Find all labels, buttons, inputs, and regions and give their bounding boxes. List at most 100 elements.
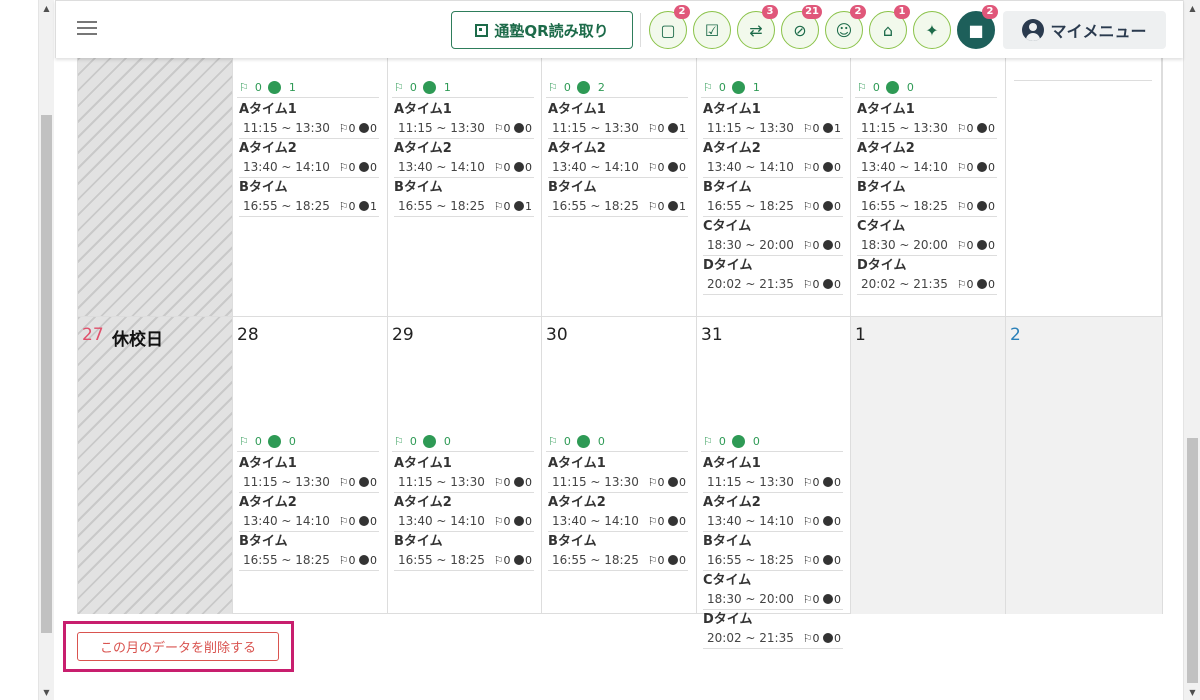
slot-time: 16:55 ~ 18:25 [552, 199, 639, 213]
student-count: 0 [597, 435, 605, 448]
day-counts: ⚐ 0 0 [239, 435, 296, 448]
time-slot[interactable]: Bタイム 16:55 ~ 18:25 ⚐0 0 [548, 532, 688, 571]
time-slot[interactable]: Aタイム2 13:40 ~ 14:10 ⚐0 0 [394, 139, 534, 178]
teacher-icon: ⚐ [394, 81, 404, 94]
my-menu-button[interactable]: マイメニュー [1003, 11, 1166, 49]
teacher-icon: ⚐ [956, 122, 967, 135]
checklist-button[interactable]: ☑ [693, 11, 731, 49]
hamburger-menu-icon[interactable] [77, 21, 97, 35]
calendar-day-cell[interactable]: 29 ⚐ 0 0 Aタイム1 11:15 ~ 13:30 ⚐0 0 Aタイム2 13:40 ~ … [388, 317, 542, 614]
no-entry-button[interactable]: ⊘ 21 [781, 5, 822, 49]
student-smile-icon [422, 435, 436, 448]
scroll-up-arrow-icon[interactable]: ▲ [41, 4, 52, 13]
slot-name: Aタイム2 [857, 141, 915, 156]
exchange-arrows-button[interactable]: ⇄ 3 [737, 5, 778, 49]
time-slot[interactable]: Aタイム1 11:15 ~ 13:30 ⚐0 0 [548, 454, 688, 493]
qr-scan-button[interactable]: 通塾QR読み取り [451, 11, 633, 49]
calendar-day-cell[interactable]: 30 ⚐ 0 0 Aタイム1 11:15 ~ 13:30 ⚐0 0 Aタイム2 13:40 ~ … [542, 317, 697, 614]
slot-time-row: 11:15 ~ 13:30 ⚐0 0 [548, 473, 688, 493]
calendar-day-cell[interactable]: ⚐ 0 2 Aタイム1 11:15 ~ 13:30 ⚐0 1 Aタイム2 13:40 ~ 14… [542, 58, 697, 316]
day-counts: ⚐ 0 0 [394, 435, 451, 448]
time-slot[interactable]: Cタイム 18:30 ~ 20:00 ⚐0 0 [703, 217, 843, 256]
slot-counts: ⚐0 0 [494, 551, 532, 570]
calendar-day-cell[interactable]: 28 ⚐ 0 0 Aタイム1 11:15 ~ 13:30 ⚐0 0 Aタイム2 13:40 ~ … [233, 317, 388, 614]
time-slot[interactable]: Aタイム2 13:40 ~ 14:10 ⚐0 0 [857, 139, 997, 178]
notification-badge: 2 [850, 5, 866, 19]
time-slot[interactable]: Aタイム1 11:15 ~ 13:30 ⚐0 0 [239, 100, 379, 139]
calendar-day-cell[interactable]: 1 [851, 317, 1006, 614]
time-slot[interactable]: Dタイム 20:02 ~ 21:35 ⚐0 0 [703, 610, 843, 649]
time-slot[interactable]: Aタイム2 13:40 ~ 14:10 ⚐0 0 [239, 139, 379, 178]
slot-time: 11:15 ~ 13:30 [552, 475, 639, 489]
scroll-down-arrow-icon[interactable]: ▼ [1187, 688, 1198, 697]
time-slot[interactable]: Bタイム 16:55 ~ 18:25 ⚐0 1 [548, 178, 688, 217]
message-button[interactable]: ■ 2 [957, 5, 998, 49]
time-slot[interactable]: Bタイム 16:55 ~ 18:25 ⚐0 0 [239, 532, 379, 571]
time-slot[interactable]: Bタイム 16:55 ~ 18:25 ⚐0 0 [857, 178, 997, 217]
teacher-count: 0 [657, 476, 665, 489]
slot-time-row: 13:40 ~ 14:10 ⚐0 0 [394, 158, 534, 178]
time-slot[interactable]: Dタイム 20:02 ~ 21:35 ⚐0 0 [857, 256, 997, 295]
calendar-day-cell[interactable] [78, 58, 233, 316]
notification-badge: 21 [802, 5, 822, 19]
calendar-day-cell[interactable]: 31 ⚐ 0 0 Aタイム1 11:15 ~ 13:30 ⚐0 0 Aタイム2 13:40 ~ … [697, 317, 851, 649]
inner-scrollbar-thumb[interactable] [1187, 438, 1198, 683]
teacher-count: 0 [966, 161, 974, 174]
slot-time: 13:40 ~ 14:10 [243, 514, 330, 528]
time-slot[interactable]: Aタイム2 13:40 ~ 14:10 ⚐0 0 [548, 493, 688, 532]
time-slot[interactable]: Bタイム 16:55 ~ 18:25 ⚐0 0 [394, 532, 534, 571]
delete-month-data-button[interactable]: この月のデータを削除する [77, 632, 279, 661]
calendar-day-cell[interactable]: 27 休校日 [78, 317, 233, 614]
slot-name: Aタイム2 [703, 141, 761, 156]
time-slot[interactable]: Aタイム1 11:15 ~ 13:30 ⚐0 1 [548, 100, 688, 139]
inner-scrollbar[interactable]: ▲ ▼ [1183, 0, 1200, 700]
scroll-down-arrow-icon[interactable]: ▼ [41, 688, 52, 697]
time-slot[interactable]: Aタイム2 13:40 ~ 14:10 ⚐0 0 [239, 493, 379, 532]
student-smile-icon [359, 162, 369, 172]
teacher-count: 0 [812, 122, 820, 135]
time-slot[interactable]: Aタイム1 11:15 ~ 13:30 ⚐0 0 [394, 454, 534, 493]
time-slot[interactable]: Aタイム1 11:15 ~ 13:30 ⚐0 0 [857, 100, 997, 139]
time-slot[interactable]: Aタイム1 11:15 ~ 13:30 ⚐0 0 [239, 454, 379, 493]
teacher-count: 0 [657, 161, 665, 174]
time-slot[interactable]: Aタイム2 13:40 ~ 14:10 ⚐0 0 [703, 139, 843, 178]
calendar-day-cell[interactable]: 2 [1006, 317, 1163, 614]
time-slot[interactable]: Bタイム 16:55 ~ 18:25 ⚐0 1 [239, 178, 379, 217]
time-slot[interactable]: Cタイム 18:30 ~ 20:00 ⚐0 0 [703, 571, 843, 610]
chat-bubble-button[interactable]: ▢ 2 [649, 5, 690, 49]
calendar-day-cell[interactable]: ⚐ 0 0 Aタイム1 11:15 ~ 13:30 ⚐0 0 Aタイム2 13:40 ~ 14… [851, 58, 1006, 316]
time-slot[interactable]: Aタイム1 11:15 ~ 13:30 ⚐0 0 [394, 100, 534, 139]
calendar-day-cell[interactable]: ⚐ 0 1 Aタイム1 11:15 ~ 13:30 ⚐0 1 Aタイム2 13:40 ~ 14… [697, 58, 851, 316]
time-slot[interactable]: Aタイム1 11:15 ~ 13:30 ⚐0 0 [703, 454, 843, 493]
student-count: 0 [906, 81, 914, 94]
outer-scrollbar-thumb[interactable] [41, 115, 52, 633]
time-slot[interactable]: Aタイム1 11:15 ~ 13:30 ⚐0 1 [703, 100, 843, 139]
calendar-day-cell[interactable] [1006, 58, 1163, 316]
cell-divider [237, 451, 379, 452]
time-slot[interactable]: Dタイム 20:02 ~ 21:35 ⚐0 0 [703, 256, 843, 295]
student-smile-icon [977, 201, 987, 211]
calendar-day-cell[interactable]: ⚐ 0 1 Aタイム1 11:15 ~ 13:30 ⚐0 0 Aタイム2 13:40 ~ 14… [233, 58, 388, 316]
scroll-up-arrow-icon[interactable]: ▲ [1187, 4, 1198, 13]
student-count: 0 [752, 435, 760, 448]
student-count: 0 [988, 278, 995, 291]
teacher-icon: ⚐ [802, 239, 813, 252]
time-slot[interactable]: Bタイム 16:55 ~ 18:25 ⚐0 0 [703, 532, 843, 571]
time-slot[interactable]: Bタイム 16:55 ~ 18:25 ⚐0 0 [703, 178, 843, 217]
gift-button[interactable]: ✦ [913, 11, 951, 49]
teacher-count: 0 [503, 515, 511, 528]
time-slot[interactable]: Aタイム2 13:40 ~ 14:10 ⚐0 0 [548, 139, 688, 178]
group-button[interactable]: ☺ 2 [825, 5, 866, 49]
bank-button[interactable]: ⌂ 1 [869, 5, 910, 49]
outer-scrollbar[interactable]: ▲ ▼ [0, 0, 55, 700]
qr-scan-label: 通塾QR読み取り [494, 21, 609, 40]
checklist-icon: ☑ [704, 20, 720, 40]
time-slot[interactable]: Aタイム2 13:40 ~ 14:10 ⚐0 0 [703, 493, 843, 532]
slot-counts: ⚐0 0 [803, 629, 841, 648]
time-slot[interactable]: Bタイム 16:55 ~ 18:25 ⚐0 1 [394, 178, 534, 217]
time-slot[interactable]: Cタイム 18:30 ~ 20:00 ⚐0 0 [857, 217, 997, 256]
slot-name: Dタイム [703, 258, 753, 273]
teacher-count: 0 [503, 200, 511, 213]
calendar-day-cell[interactable]: ⚐ 0 1 Aタイム1 11:15 ~ 13:30 ⚐0 0 Aタイム2 13:40 ~ 14… [388, 58, 542, 316]
time-slot[interactable]: Aタイム2 13:40 ~ 14:10 ⚐0 0 [394, 493, 534, 532]
